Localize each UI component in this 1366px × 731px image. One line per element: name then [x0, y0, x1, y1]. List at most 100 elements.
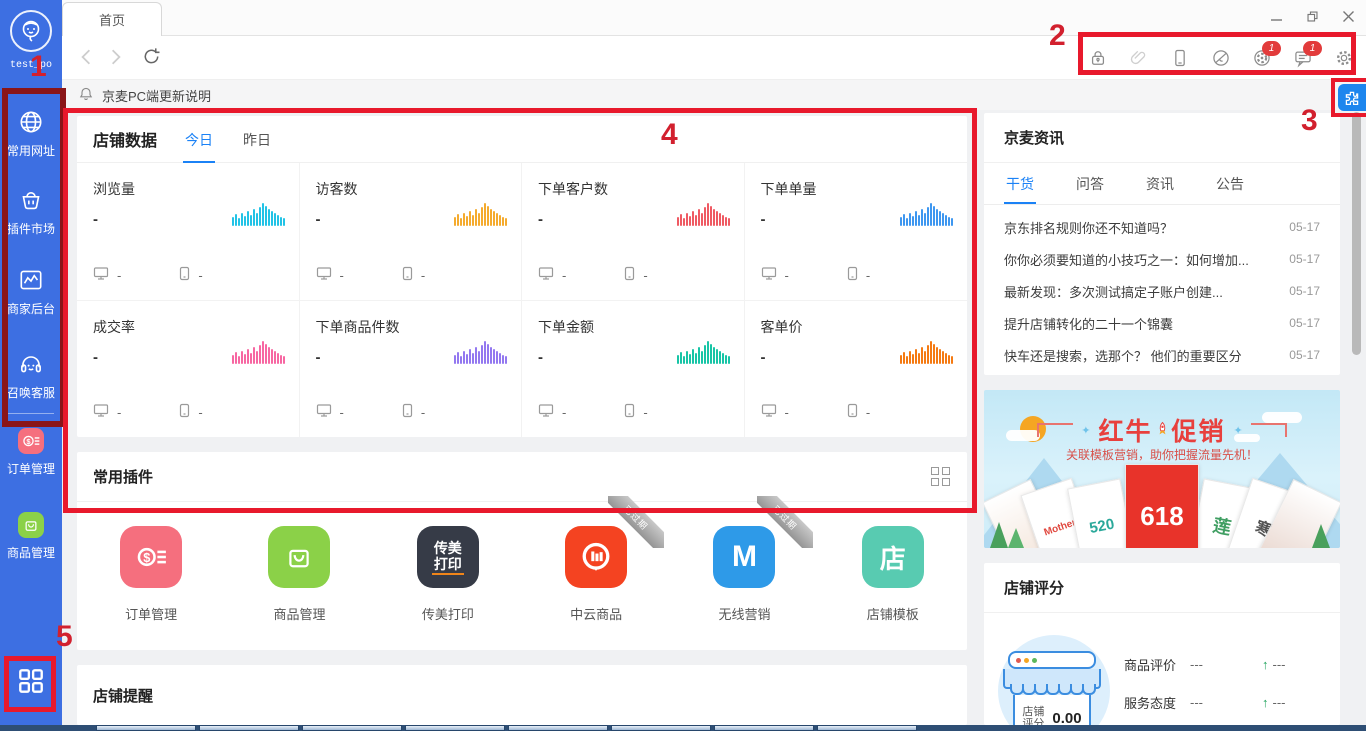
wireless-marketing-icon: M [713, 526, 775, 588]
sidebar-item-label: 常用网址 [0, 142, 62, 159]
close-button[interactable] [1338, 6, 1358, 26]
news-tab-announcement[interactable]: 公告 [1214, 163, 1246, 204]
sidebar-all-apps-button[interactable] [0, 666, 62, 696]
vertical-scrollbar[interactable] [1352, 112, 1361, 355]
desktop-icon [316, 403, 332, 421]
store-rating-card: 店铺评分 店铺评分 0.00 商品评价 [984, 563, 1340, 725]
mobile-icon [624, 266, 635, 284]
goods-management-icon [18, 512, 44, 538]
news-item[interactable]: 最新发现：多次测试搞定子账户创建... 05-17 [984, 275, 1340, 307]
store-reminders-title: 店铺提醒 [93, 685, 153, 706]
refresh-button[interactable] [142, 47, 161, 66]
message-icon[interactable]: 1 [1293, 48, 1313, 68]
sparkline-chart [900, 337, 953, 364]
window-controls [1266, 6, 1358, 26]
news-item[interactable]: 京东排名规则你还不知道吗？ 05-17 [984, 211, 1340, 243]
sidebar-item-call-support[interactable]: 召唤客服 [0, 350, 62, 401]
news-tab-qa[interactable]: 问答 [1074, 163, 1106, 204]
store-data-title: 店铺数据 [93, 127, 157, 151]
news-item[interactable]: 提升店铺转化的二十一个锦囊 05-17 [984, 307, 1340, 339]
metric-avg-order-value: 客单价 - -- [745, 300, 968, 437]
storefront-score: 0.00 [1052, 710, 1081, 726]
plugin-panel-toggle-button[interactable] [1338, 84, 1366, 111]
message-badge: 1 [1303, 41, 1322, 56]
store-reminders-card: 店铺提醒 [77, 665, 967, 725]
desktop-icon [761, 403, 777, 421]
store-rating-title: 店铺评分 [1004, 577, 1064, 598]
phone-icon[interactable] [1170, 48, 1190, 68]
jingmai-news-card: 京麦资讯 干货 问答 资讯 公告 京东排名规则你还不知道吗？ 05-17 你你必… [984, 113, 1340, 375]
browser-circle-icon[interactable] [1211, 48, 1231, 68]
news-item[interactable]: 快车还是搜索，选那个？ 他们的重要区分 05-17 [984, 339, 1340, 371]
sidebar-item-plugin-market[interactable]: 插件市场 [0, 186, 62, 237]
back-button[interactable] [78, 48, 94, 66]
sidebar-shortcut-goods-management[interactable]: 商品管理 [0, 512, 62, 561]
plugin-tile-shop-template[interactable]: 店 店铺模板 [819, 502, 967, 649]
news-tab-dry-goods[interactable]: 干货 [1004, 163, 1036, 204]
tab-today[interactable]: 今日 [183, 116, 215, 163]
storefront-caption: 店铺评分 [1022, 706, 1048, 725]
storefront-illustration: 店铺评分 0.00 [998, 635, 1110, 725]
sparkline-chart [677, 337, 730, 364]
sidebar-shortcut-order-management[interactable]: $ 订单管理 [0, 428, 62, 477]
headset-icon [0, 350, 62, 378]
sidebar: test_po 常用网址 插件市场 [0, 0, 62, 725]
desktop-icon [761, 266, 777, 284]
forward-button[interactable] [108, 48, 124, 66]
rating-row-product: 商品评价 --- ↑ --- [1124, 655, 1286, 674]
mobile-icon [402, 403, 413, 421]
plugin-tile-order-management[interactable]: $ 订单管理 [77, 502, 225, 649]
tab-home[interactable]: 首页 [62, 2, 162, 36]
sparkline-chart [454, 337, 507, 364]
jingmai-logo-icon[interactable] [10, 10, 52, 52]
mobile-icon [402, 266, 413, 284]
plugin-tile-wireless-marketing[interactable]: 已过期 M 无线营销 [670, 502, 818, 649]
desktop-icon [93, 266, 109, 284]
goods-plugin-icon [268, 526, 330, 588]
order-plugin-icon: $ [120, 526, 182, 588]
banner-title: 红牛 促销 [1098, 412, 1225, 448]
desktop-icon [538, 403, 554, 421]
jingmai-app-window: test_po 常用网址 插件市场 [0, 0, 1366, 731]
sparkline-chart [454, 199, 507, 226]
up-arrow-icon: ↑ [1262, 695, 1269, 710]
metrics-grid: 浏览量 - -- 访客数 - -- 下单客户数 - [77, 163, 967, 437]
minimize-button[interactable] [1266, 6, 1286, 26]
os-taskbar-sliver [0, 725, 1366, 731]
puzzle-icon [1344, 90, 1360, 106]
promo-banner[interactable]: ✦ 红牛 促销 ✦ 关联模板营销，助你把握流量先机！ Mother [984, 390, 1340, 548]
desktop-icon [93, 403, 109, 421]
plugin-wheel-icon[interactable]: 1 [1252, 48, 1272, 68]
mobile-icon [847, 266, 858, 284]
metric-conversion-rate: 成交率 - -- [77, 300, 300, 437]
plugin-tile-chuanmei-print[interactable]: 传美打印 传美打印 [374, 502, 522, 649]
paperclip-icon[interactable] [1129, 48, 1149, 68]
sidebar-item-common-links[interactable]: 常用网址 [0, 108, 62, 159]
mobile-icon [179, 266, 190, 284]
sidebar-item-merchant-backend[interactable]: 商家后台 [0, 266, 62, 317]
lock-icon[interactable] [1088, 48, 1108, 68]
plugin-tile-zhongyun-goods[interactable]: 已过期 中云商品 [522, 502, 670, 649]
svg-text:$: $ [143, 550, 150, 565]
sparkline-chart [900, 199, 953, 226]
tree-shape [1008, 528, 1024, 548]
common-plugins-title: 常用插件 [93, 466, 153, 487]
tab-yesterday[interactable]: 昨日 [241, 116, 273, 163]
toolbar: 1 1 [62, 36, 1366, 80]
sidebar-item-label: 插件市场 [0, 220, 62, 237]
metric-ordering-customers: 下单客户数 - -- [522, 163, 745, 300]
restore-button[interactable] [1302, 6, 1322, 26]
settings-gear-icon[interactable] [1334, 48, 1354, 68]
tab-home-label: 首页 [99, 10, 125, 29]
store-data-card: 店铺数据 今日 昨日 浏览量 - -- 访客数 [77, 116, 967, 437]
news-tabs: 干货 问答 资讯 公告 [984, 163, 1340, 205]
poster-fan: Mother 520 618 莲 寒 [1002, 456, 1322, 548]
news-item[interactable]: 你你必须要知道的小技巧之一：如何增加... 05-17 [984, 243, 1340, 275]
basket-icon [0, 186, 62, 214]
grid-apps-icon [0, 666, 62, 696]
plugin-tile-goods-management[interactable]: 商品管理 [225, 502, 373, 649]
shop-template-icon: 店 [862, 526, 924, 588]
news-tab-info[interactable]: 资讯 [1144, 163, 1176, 204]
notice-bar[interactable]: 京麦PC端更新说明 [62, 80, 1366, 110]
plugin-layout-grid-icon[interactable] [931, 467, 951, 487]
